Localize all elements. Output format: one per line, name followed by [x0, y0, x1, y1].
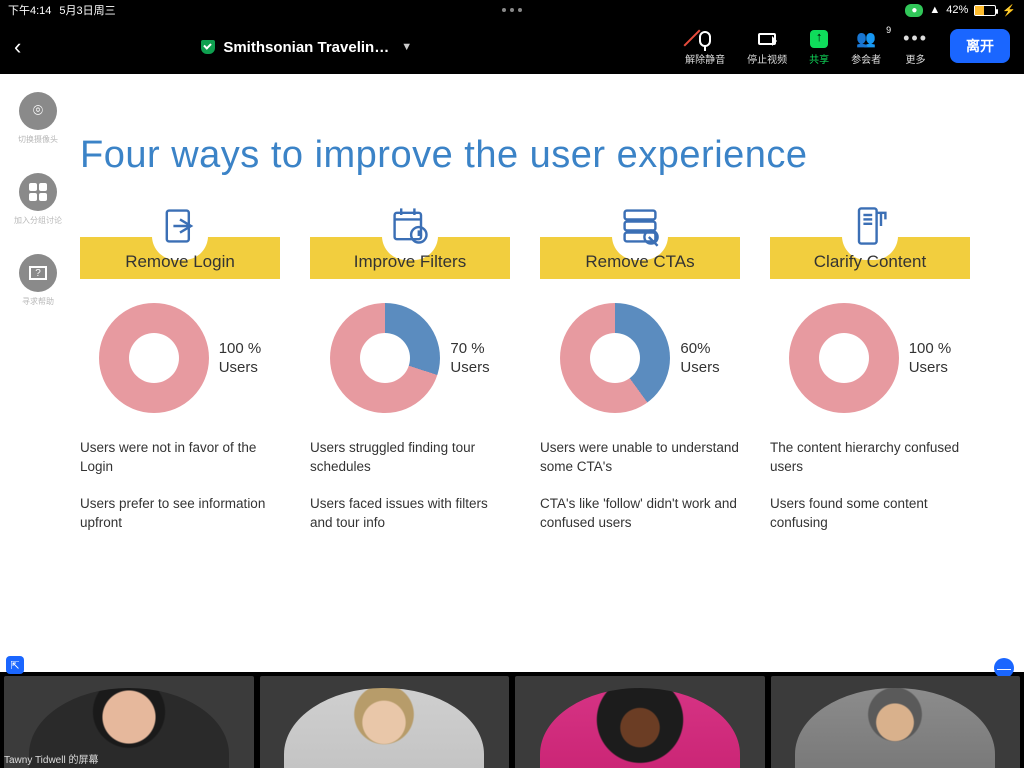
status-date: 5月3日周三 [59, 2, 115, 18]
presentation-slide: Four ways to improve the user experience… [0, 74, 1024, 571]
column-icon [158, 203, 202, 249]
slide-column: Remove CTAs 60%Users Users were unable t… [540, 203, 740, 551]
donut-label: 70 %Users [450, 339, 489, 378]
battery-percent: 42% [946, 4, 968, 16]
participants-count: 9 [886, 25, 891, 35]
donut-label: 60%Users [680, 339, 719, 378]
column-note: CTA's like 'follow' didn't work and conf… [540, 495, 740, 533]
stop-video-button[interactable]: 停止视频 [747, 29, 787, 66]
column-notes: The content hierarchy confused users Use… [770, 439, 970, 551]
minimize-strip-button[interactable]: — [994, 658, 1014, 678]
participant-video [540, 688, 740, 768]
camera-switch-icon: ⌾ [19, 92, 57, 130]
help-label: 寻求帮助 [22, 296, 54, 307]
sharing-indicator-icon[interactable]: ⇱ [6, 656, 24, 674]
grabber-dots [502, 8, 522, 12]
switch-camera-button[interactable]: ⌾ 切换摄像头 [18, 92, 58, 145]
help-icon: ? [19, 254, 57, 292]
microphone-muted-icon [699, 29, 711, 49]
column-heading: Improve Filters [354, 252, 466, 272]
column-notes: Users struggled finding tour schedules U… [310, 439, 510, 551]
share-screen-button[interactable]: 共享 [809, 29, 829, 66]
slide-column: Remove Login 100 %Users Users were not i… [80, 203, 280, 551]
unmute-button[interactable]: 解除静音 [685, 29, 725, 66]
grid-icon [19, 173, 57, 211]
chevron-down-icon: ▼ [401, 41, 412, 53]
column-notes: Users were unable to understand some CTA… [540, 439, 740, 551]
encryption-shield-icon [201, 40, 215, 54]
column-heading: Remove CTAs [585, 252, 694, 272]
participant-strip: ⇱ — Wenge Tawny Tidwell Dominique Dorvil… [0, 672, 1024, 768]
participant-video [284, 688, 484, 768]
donut-chart [330, 303, 440, 413]
slide-column: Improve Filters 70 %Users Users struggle… [310, 203, 510, 551]
shared-screen-stage: ⌾ 切换摄像头 加入分组讨论 ? 寻求帮助 Four ways to impro… [0, 74, 1024, 672]
device-status-bar: 下午4:14 5月3日周三 ● ▲ 42% ⚡ [0, 0, 1024, 20]
participant-tile[interactable]: Dominique Dorvil [515, 676, 765, 768]
breakout-label: 加入分组讨论 [14, 215, 62, 226]
column-note: Users found some content confusing [770, 495, 970, 533]
breakout-rooms-button[interactable]: 加入分组讨论 [14, 173, 62, 226]
status-time: 下午4:14 [8, 2, 51, 18]
column-notes: Users were not in favor of the Login Use… [80, 439, 280, 551]
participant-tile[interactable]: Ed Liskey [771, 676, 1021, 768]
participants-icon [856, 29, 876, 49]
column-note: Users were not in favor of the Login [80, 439, 280, 477]
donut-chart [99, 303, 209, 413]
slide-title: Four ways to improve the user experience [80, 134, 954, 177]
share-label: 共享 [809, 51, 829, 66]
zoom-toolbar: ‹ Smithsonian Travelin… ▼ 解除静音 停止视频 共享 9… [0, 20, 1024, 74]
donut-chart [789, 303, 899, 413]
column-note: Users faced issues with filters and tour… [310, 495, 510, 533]
column-heading: Clarify Content [814, 252, 926, 272]
participant-tile[interactable]: Tawny Tidwell [260, 676, 510, 768]
more-label: 更多 [906, 51, 926, 66]
back-button[interactable]: ‹ [14, 34, 21, 60]
request-help-button[interactable]: ? 寻求帮助 [19, 254, 57, 307]
donut-chart [560, 303, 670, 413]
column-note: The content hierarchy confused users [770, 439, 970, 477]
participant-video [795, 688, 995, 768]
donut-label: 100 %Users [909, 339, 952, 378]
camera-indicator-pill: ● [905, 4, 923, 17]
participants-button[interactable]: 9 参会者 [851, 29, 881, 66]
column-icon [388, 203, 432, 249]
column-icon [848, 203, 892, 249]
more-button[interactable]: ••• 更多 [903, 29, 928, 66]
share-icon [810, 29, 828, 49]
column-note: Users prefer to see information upfront [80, 495, 280, 533]
camera-icon [758, 29, 776, 49]
slide-column: Clarify Content 100 %Users The content h… [770, 203, 970, 551]
unmute-label: 解除静音 [685, 51, 725, 66]
wifi-icon: ▲ [929, 4, 940, 16]
participants-label: 参会者 [851, 51, 881, 66]
column-note: Users struggled finding tour schedules [310, 439, 510, 477]
column-icon [618, 203, 662, 249]
camera-dot-icon: ● [911, 5, 917, 16]
charging-icon: ⚡ [1002, 4, 1016, 17]
column-note: Users were unable to understand some CTA… [540, 439, 740, 477]
floating-tool-rail: ⌾ 切换摄像头 加入分组讨论 ? 寻求帮助 [14, 92, 62, 307]
sharing-caption: Tawny Tidwell 的屏幕 [4, 751, 98, 766]
leave-button[interactable]: 离开 [950, 29, 1010, 63]
column-heading: Remove Login [125, 252, 235, 272]
donut-label: 100 %Users [219, 339, 262, 378]
more-icon: ••• [903, 29, 928, 49]
slide-columns: Remove Login 100 %Users Users were not i… [80, 203, 954, 551]
battery-icon [974, 5, 996, 16]
meeting-title-group[interactable]: Smithsonian Travelin… ▼ [201, 39, 412, 56]
stop-video-label: 停止视频 [747, 51, 787, 66]
meeting-title: Smithsonian Travelin… [223, 39, 389, 56]
switch-camera-label: 切换摄像头 [18, 134, 58, 145]
